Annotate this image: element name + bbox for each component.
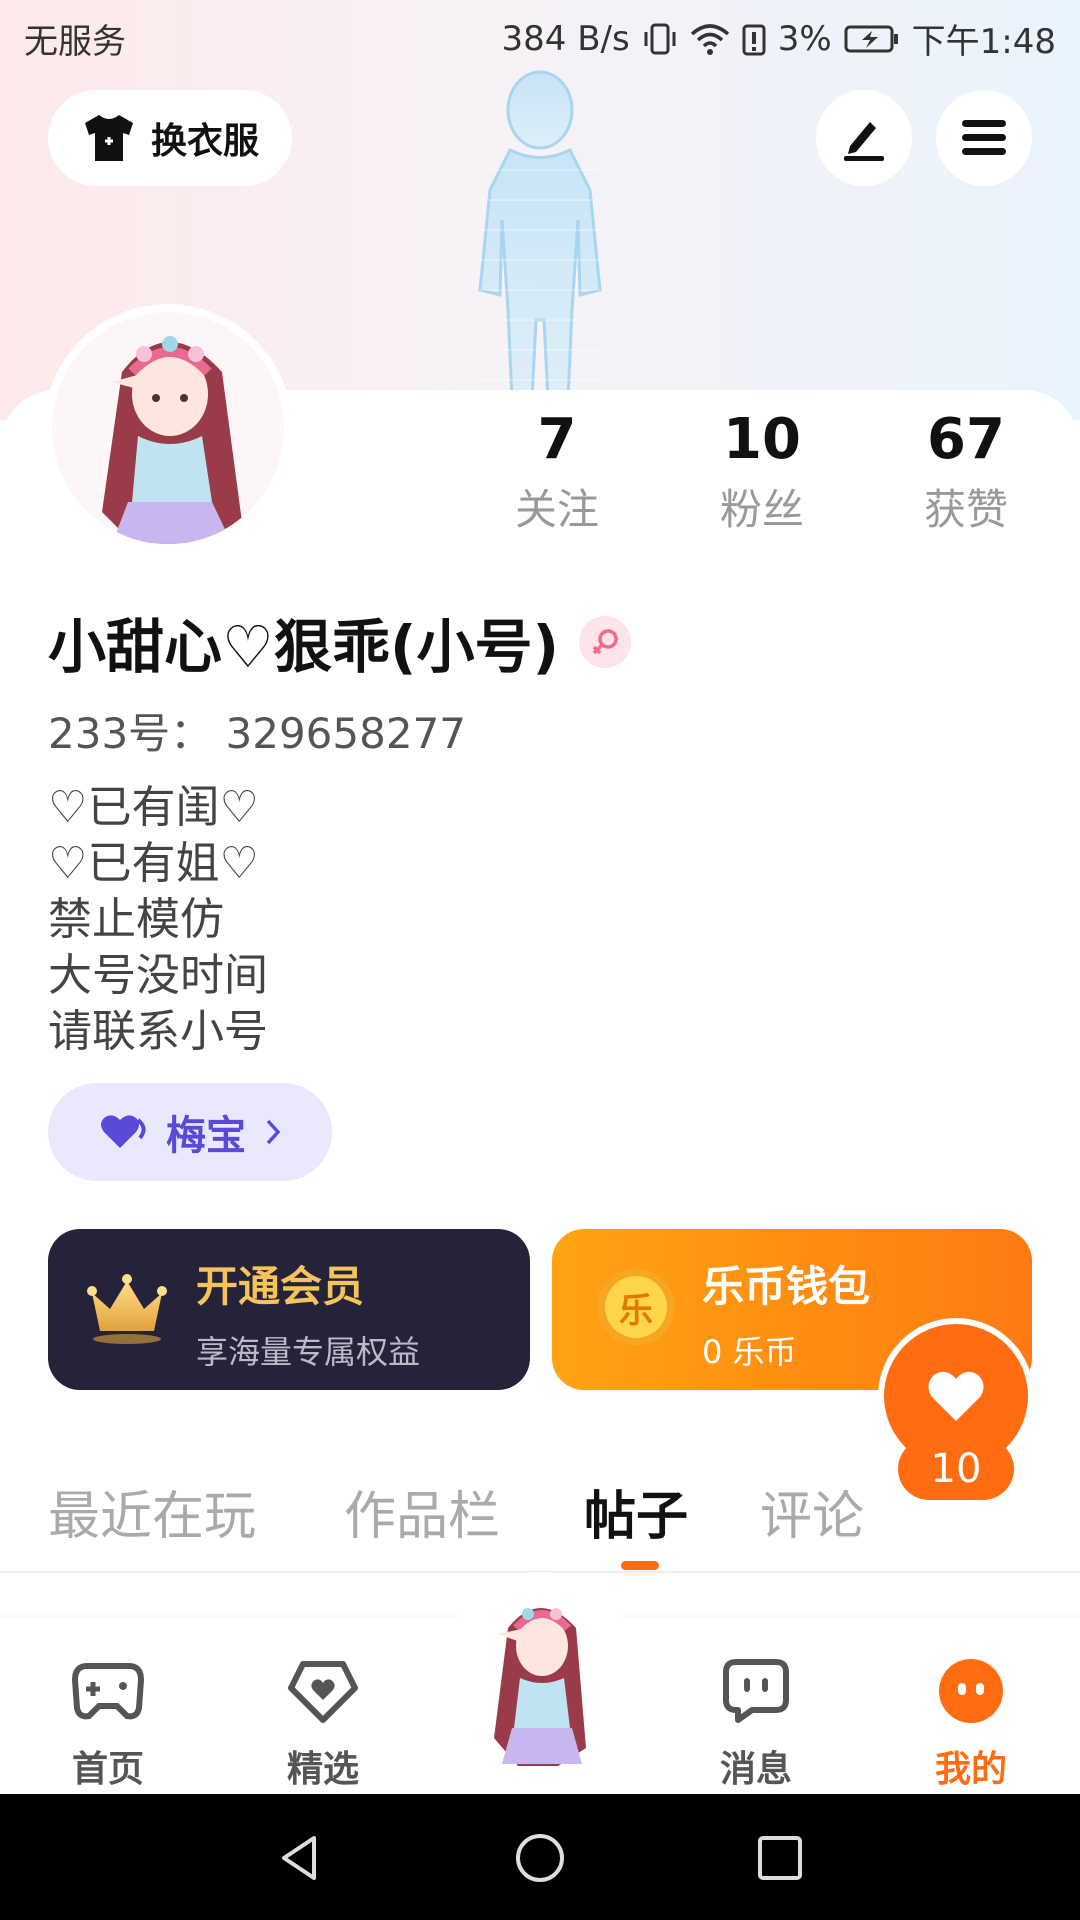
clock: 下午1:48 xyxy=(911,22,1056,62)
fan-tag-pill[interactable]: 梅宝 xyxy=(48,1083,332,1181)
anime-character-image xyxy=(494,1608,586,1766)
status-bar-right: 384 B/s 3% 下午1:48 xyxy=(501,14,1056,63)
fans-label: 粉丝 xyxy=(719,485,804,534)
coin-icon-glyph: 乐 xyxy=(619,1290,653,1331)
tab-recently-played[interactable]: 最近在玩 xyxy=(48,1474,256,1549)
wifi-icon xyxy=(690,23,729,55)
coin-icon: 乐 xyxy=(598,1269,674,1345)
change-outfit-label: 换衣服 xyxy=(150,121,259,162)
bio-line: 大号没时间 xyxy=(48,950,268,1001)
tshirt-icon xyxy=(84,115,133,161)
home-circle-icon[interactable] xyxy=(514,1832,566,1884)
hamburger-menu-icon xyxy=(962,120,1006,155)
bio-line: 请联系小号 xyxy=(48,1006,268,1057)
wallet-title: 乐币钱包 xyxy=(702,1262,871,1311)
chat-bubble-icon xyxy=(723,1659,789,1723)
bio-line: ♡已有闺♡ xyxy=(48,782,259,833)
wallet-balance: 0 乐币 xyxy=(702,1333,797,1371)
battery-charging-icon xyxy=(844,25,898,52)
recents-square-icon[interactable] xyxy=(754,1832,806,1884)
fan-tag-label: 梅宝 xyxy=(166,1113,246,1159)
stat-fans[interactable]: 10 粉丝 xyxy=(692,408,832,540)
anime-avatar-image xyxy=(52,312,284,544)
gamepad-icon xyxy=(71,1663,145,1720)
following-count: 7 xyxy=(537,407,577,472)
battery-percent: 3% xyxy=(777,18,832,59)
fans-count: 10 xyxy=(723,407,801,472)
bio-line: 禁止模仿 xyxy=(48,894,224,945)
back-icon[interactable] xyxy=(274,1832,326,1884)
avatar-hologram-image xyxy=(478,70,602,400)
edit-profile-button[interactable] xyxy=(816,90,912,186)
heart-icon xyxy=(928,1371,984,1421)
tab-works[interactable]: 作品栏 xyxy=(344,1474,500,1549)
vip-subtitle: 享海量专属权益 xyxy=(196,1333,421,1371)
network-speed: 384 B/s xyxy=(501,18,630,59)
nav-home[interactable]: 首页 xyxy=(38,1650,178,1792)
nav-mine-label: 我的 xyxy=(934,1749,1007,1790)
bio: ♡已有闺♡ ♡已有姐♡ 禁止模仿 大号没时间 请联系小号 xyxy=(48,780,268,1060)
female-icon xyxy=(592,629,618,655)
battery-alert-icon xyxy=(742,24,766,55)
profile-face-icon xyxy=(939,1659,1003,1723)
gender-badge xyxy=(579,616,632,668)
nav-home-label: 首页 xyxy=(71,1749,144,1790)
stat-following[interactable]: 7 关注 xyxy=(487,408,627,540)
vip-membership-card[interactable]: 开通会员 享海量专属权益 xyxy=(48,1229,530,1390)
heart-badge-icon xyxy=(101,1115,146,1148)
likes-count: 67 xyxy=(927,407,1005,472)
bio-line: ♡已有姐♡ xyxy=(48,838,259,889)
nav-mine[interactable]: 我的 xyxy=(901,1650,1041,1792)
vip-title: 开通会员 xyxy=(196,1262,365,1311)
heart-diamond-icon xyxy=(288,1661,358,1723)
nav-messages[interactable]: 消息 xyxy=(686,1650,826,1792)
pencil-icon xyxy=(844,122,884,161)
carrier-status: 无服务 xyxy=(24,22,126,62)
nickname-row: 小甜心♡狠乖(小号) xyxy=(48,600,632,684)
user-id: 233号： 329658277 xyxy=(48,709,467,758)
nickname: 小甜心♡狠乖(小号) xyxy=(48,613,560,681)
nav-center-avatar[interactable] xyxy=(468,1588,612,1766)
tab-posts[interactable]: 帖子 xyxy=(584,1474,688,1549)
nav-featured[interactable]: 精选 xyxy=(253,1650,393,1792)
nav-featured-label: 精选 xyxy=(286,1749,359,1790)
likes-label: 获赞 xyxy=(923,485,1008,534)
nav-messages-label: 消息 xyxy=(719,1749,792,1790)
floating-like-count: 10 xyxy=(898,1438,1014,1500)
tab-comments[interactable]: 评论 xyxy=(760,1474,864,1549)
crown-icon xyxy=(87,1274,167,1344)
change-outfit-button[interactable]: 换衣服 xyxy=(48,90,292,186)
active-tab-indicator xyxy=(621,1561,659,1570)
following-label: 关注 xyxy=(514,485,599,534)
vibrate-icon xyxy=(644,23,676,54)
stat-likes[interactable]: 67 获赞 xyxy=(896,408,1036,540)
chevron-right-icon xyxy=(266,1119,281,1145)
user-avatar[interactable] xyxy=(52,312,284,544)
menu-button[interactable] xyxy=(936,90,1032,186)
